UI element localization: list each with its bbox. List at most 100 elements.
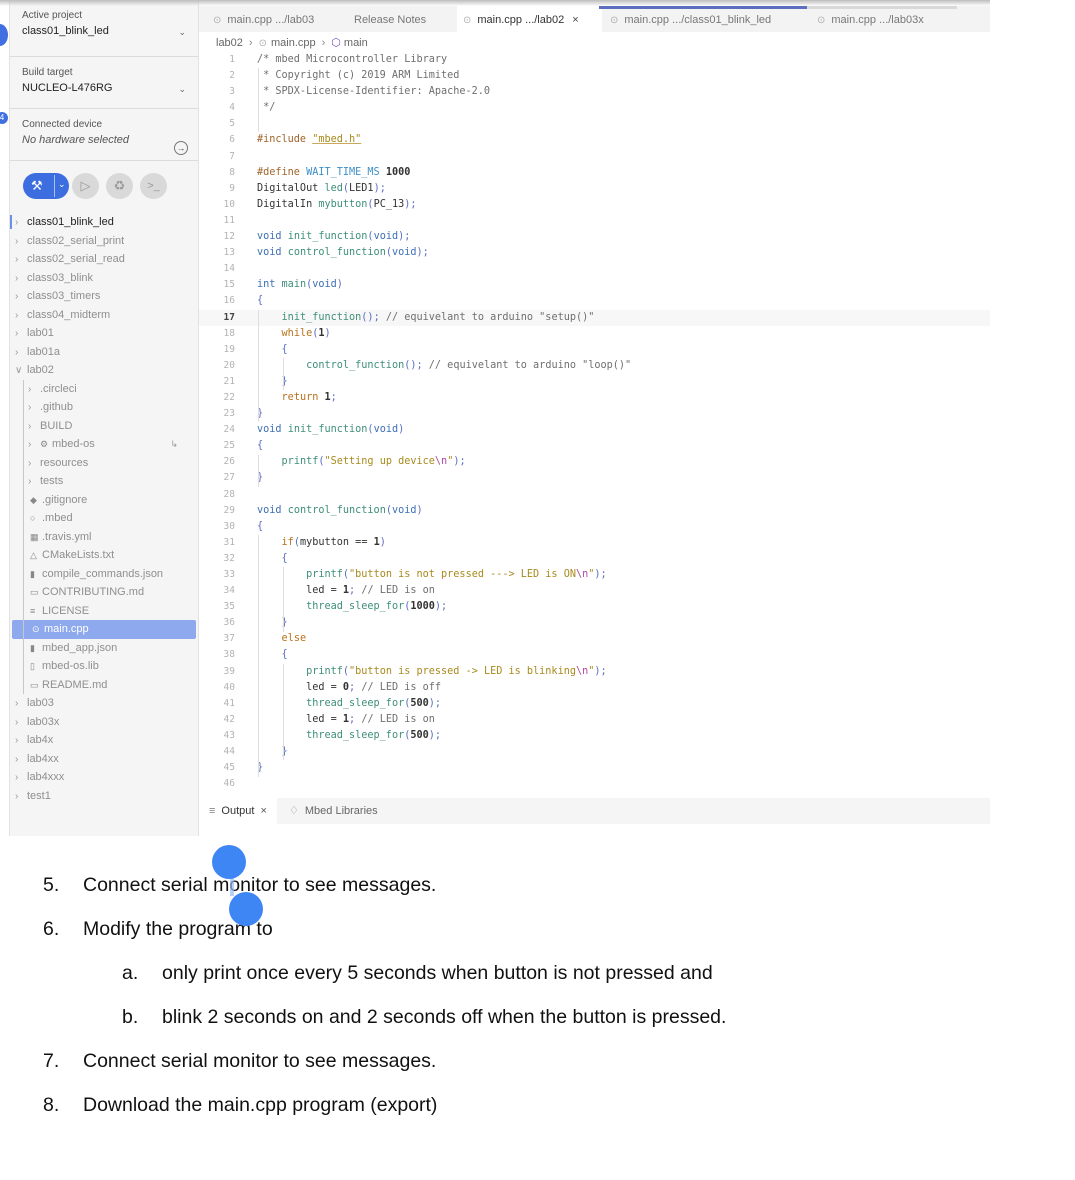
chevron-right-icon[interactable]: › xyxy=(15,769,27,787)
editor-tab[interactable]: ⊙ main.cpp .../class01_blink_led xyxy=(604,6,804,32)
chevron-right-icon[interactable]: › xyxy=(15,251,27,269)
notification-badge[interactable]: 4 xyxy=(0,112,8,124)
code-line[interactable]: 8 #define WAIT_TIME_MS 1000 xyxy=(199,165,990,181)
code-line[interactable]: 20 control_function(); // equivelant to … xyxy=(199,358,990,374)
chevron-down-icon[interactable]: ∨ xyxy=(15,362,27,380)
code-line[interactable]: 30 { xyxy=(199,519,990,535)
chevron-right-icon[interactable]: › xyxy=(28,473,40,491)
code-line[interactable]: 25 { xyxy=(199,438,990,454)
code-line[interactable]: 35 thread_sleep_for(1000); xyxy=(199,599,990,615)
chevron-right-icon[interactable]: › xyxy=(15,270,27,288)
close-icon[interactable]: × xyxy=(260,805,266,817)
code-line[interactable]: 34 led = 1; // LED is on xyxy=(199,583,990,599)
chevron-right-icon[interactable]: › xyxy=(28,418,40,436)
close-icon[interactable]: × xyxy=(572,14,578,26)
tree-folder[interactable]: ∨ lab02 xyxy=(10,361,198,380)
code-line[interactable]: 24 void init_function(void) xyxy=(199,422,990,438)
tree-file[interactable]: ≡ LICENSE xyxy=(10,602,198,621)
code-line[interactable]: 44 } xyxy=(199,744,990,760)
code-line[interactable]: 28 xyxy=(199,487,990,503)
chevron-right-icon[interactable]: › xyxy=(28,381,40,399)
code-line[interactable]: 19 { xyxy=(199,342,990,358)
chevron-down-icon[interactable]: ⌄ xyxy=(178,27,186,38)
code-line[interactable]: 31 if(mybutton == 1) xyxy=(199,535,990,551)
chevron-right-icon[interactable]: › xyxy=(28,436,40,454)
code-line[interactable]: 3 * SPDX-License-Identifier: Apache-2.0 xyxy=(199,84,990,100)
selection-end-handle[interactable] xyxy=(229,892,263,926)
tree-file[interactable]: ▯ mbed-os.lib xyxy=(10,657,198,676)
tree-folder[interactable]: › lab01a xyxy=(10,343,198,362)
code-line[interactable]: 23} xyxy=(199,406,990,422)
terminal-button[interactable]: >_ xyxy=(140,173,167,199)
tree-folder[interactable]: › class02_serial_read xyxy=(10,250,198,269)
arrow-right-circle-icon[interactable]: → xyxy=(174,141,188,155)
code-line[interactable]: 9 DigitalOut led(LED1); xyxy=(199,181,990,197)
code-line[interactable]: 18 while(1) xyxy=(199,326,990,342)
tree-folder[interactable]: › lab03x xyxy=(10,713,198,732)
code-line[interactable]: 38 { xyxy=(199,647,990,663)
code-area[interactable]: 1 /* mbed Microcontroller Library 2 * Copy… xyxy=(199,52,990,792)
tree-file[interactable]: △ CMakeLists.txt xyxy=(10,546,198,565)
run-button[interactable]: ▷ xyxy=(72,173,99,199)
code-line[interactable]: 5 xyxy=(199,116,990,132)
tab-output[interactable]: ≡ Output × xyxy=(199,798,277,824)
code-line[interactable]: 27} xyxy=(199,470,990,486)
code-line[interactable]: 37 else xyxy=(199,631,990,647)
editor-tab[interactable]: ⊙ main.cpp .../lab03x xyxy=(811,6,981,32)
tree-file[interactable]: ▭ CONTRIBUTING.md xyxy=(10,583,198,602)
tree-folder[interactable]: › class03_timers xyxy=(10,287,198,306)
tree-folder[interactable]: › lab4xx xyxy=(10,750,198,769)
code-line[interactable]: 11 xyxy=(199,213,990,229)
code-line[interactable]: 46 xyxy=(199,776,990,792)
tree-folder[interactable]: › tests xyxy=(10,472,198,491)
code-line[interactable]: 45} xyxy=(199,760,990,776)
active-project-selector[interactable]: Active project class01_blink_led ⌄ xyxy=(10,0,198,57)
tree-file[interactable]: ○ .mbed xyxy=(10,509,198,528)
tree-file[interactable]: ▮ mbed_app.json xyxy=(10,639,198,658)
activity-icon[interactable] xyxy=(0,24,8,46)
chevron-down-icon[interactable]: ⌄ xyxy=(58,179,66,190)
tree-folder[interactable]: › lab01 xyxy=(10,324,198,343)
code-line[interactable]: 21 } xyxy=(199,374,990,390)
code-line[interactable]: 43 thread_sleep_for(500); xyxy=(199,728,990,744)
code-line[interactable]: 40 led = 0; // LED is off xyxy=(199,680,990,696)
editor-tab[interactable]: ⊙ main.cpp .../lab02 × xyxy=(457,6,602,32)
build-target-selector[interactable]: Build target NUCLEO-L476RG ⌄ xyxy=(10,57,198,109)
chevron-down-icon[interactable]: ⌄ xyxy=(178,84,186,95)
code-line[interactable]: 2 * Copyright (c) 2019 ARM Limited xyxy=(199,68,990,84)
code-line[interactable]: 39 printf("button is pressed -> LED is b… xyxy=(199,664,990,680)
tree-folder[interactable]: › resources xyxy=(10,454,198,473)
chevron-right-icon[interactable]: › xyxy=(15,233,27,251)
code-line[interactable]: 29 void control_function(void) xyxy=(199,503,990,519)
code-line[interactable]: 16 { xyxy=(199,293,990,309)
breadcrumb-file[interactable]: main.cpp xyxy=(271,37,316,49)
chevron-right-icon[interactable]: › xyxy=(15,325,27,343)
tree-folder[interactable]: › ⚙ mbed-os ↳ xyxy=(10,435,198,454)
tree-folder[interactable]: › BUILD xyxy=(10,417,198,436)
code-line[interactable]: 22 return 1; xyxy=(199,390,990,406)
code-line[interactable]: 26 printf("Setting up device\n"); xyxy=(199,454,990,470)
chevron-right-icon[interactable]: › xyxy=(15,732,27,750)
chevron-right-icon[interactable]: › xyxy=(15,344,27,362)
code-line[interactable]: 4 */ xyxy=(199,100,990,116)
tree-folder[interactable]: › lab03 xyxy=(10,694,198,713)
tree-folder[interactable]: › class02_serial_print xyxy=(10,232,198,251)
code-line[interactable]: 12 void init_function(void); xyxy=(199,229,990,245)
tree-folder[interactable]: › class04_midterm xyxy=(10,306,198,325)
code-line[interactable]: 42 led = 1; // LED is on xyxy=(199,712,990,728)
chevron-right-icon[interactable]: › xyxy=(28,455,40,473)
tree-folder[interactable]: › test1 xyxy=(10,787,198,806)
chevron-right-icon[interactable]: › xyxy=(15,714,27,732)
chevron-right-icon[interactable]: › xyxy=(15,751,27,769)
code-line[interactable]: 32 { xyxy=(199,551,990,567)
tree-file[interactable]: ⊙ main.cpp xyxy=(12,620,196,639)
code-line[interactable]: 14 xyxy=(199,261,990,277)
code-line[interactable]: 17 init_function(); // equivelant to ard… xyxy=(199,309,990,326)
build-button[interactable]: ⚒ ⌄ xyxy=(23,173,69,199)
code-line[interactable]: 13 void control_function(void); xyxy=(199,245,990,261)
code-line[interactable]: 33 printf("button is not pressed ---> LE… xyxy=(199,567,990,583)
chevron-right-icon[interactable]: › xyxy=(15,788,27,806)
tree-file[interactable]: ▦ .travis.yml xyxy=(10,528,198,547)
editor-tab[interactable]: Release Notes xyxy=(354,6,454,32)
editor-tab[interactable]: ⊙ main.cpp .../lab03 xyxy=(207,6,347,32)
